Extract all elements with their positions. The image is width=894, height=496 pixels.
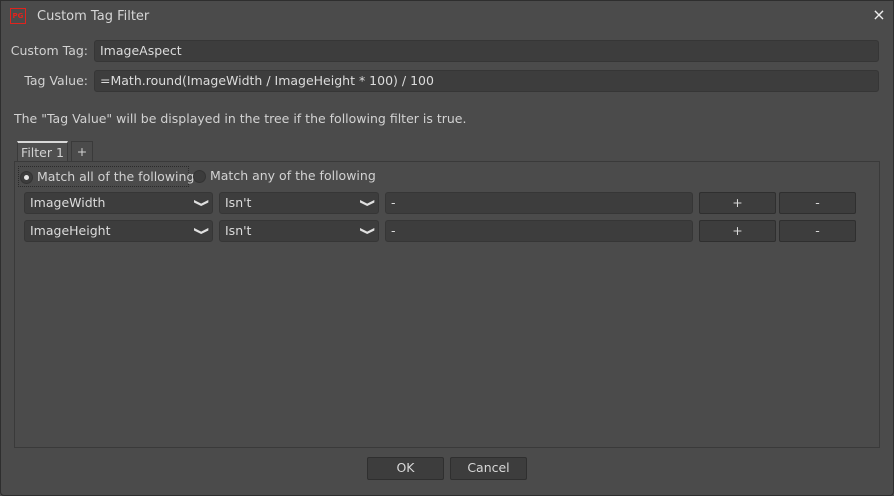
radio-checked-icon xyxy=(20,171,33,184)
remove-row-button[interactable]: - xyxy=(779,192,856,214)
custom-tag-label: Custom Tag: xyxy=(10,43,88,58)
tag-value-input[interactable]: =Math.round(ImageWidth / ImageHeight * 1… xyxy=(94,70,879,92)
operator-select[interactable]: Isn't ❯ xyxy=(219,192,379,214)
operator-select-value: Isn't xyxy=(225,223,252,238)
field-select[interactable]: ImageWidth ❯ xyxy=(24,192,213,214)
field-select-value: ImageWidth xyxy=(30,195,106,210)
tab-filter-1[interactable]: Filter 1 xyxy=(17,141,68,162)
add-row-button[interactable]: + xyxy=(699,220,776,242)
value-input[interactable]: - xyxy=(385,192,693,214)
custom-tag-input[interactable]: ImageAspect xyxy=(94,40,879,62)
field-select-value: ImageHeight xyxy=(30,223,111,238)
tag-value-label: Tag Value: xyxy=(24,73,88,88)
match-any-radio[interactable]: Match any of the following xyxy=(193,166,376,187)
chevron-down-icon: ❯ xyxy=(359,226,377,236)
ok-button[interactable]: OK xyxy=(367,457,444,480)
value-input[interactable]: - xyxy=(385,220,693,242)
match-all-label: Match all of the following xyxy=(36,169,195,184)
match-all-radio[interactable]: Match all of the following xyxy=(18,166,194,187)
operator-select[interactable]: Isn't ❯ xyxy=(219,220,379,242)
radio-unchecked-icon xyxy=(193,170,206,183)
chevron-down-icon: ❯ xyxy=(193,226,211,236)
add-tab-button[interactable]: + xyxy=(71,141,93,162)
match-any-label: Match any of the following xyxy=(209,168,376,183)
close-icon[interactable]: × xyxy=(870,6,888,24)
cancel-button[interactable]: Cancel xyxy=(450,457,527,480)
app-logo-icon: PG xyxy=(10,8,26,24)
chevron-down-icon: ❯ xyxy=(193,198,211,208)
info-text: The "Tag Value" will be displayed in the… xyxy=(14,111,467,126)
window-title: Custom Tag Filter xyxy=(37,9,150,24)
add-row-button[interactable]: + xyxy=(699,192,776,214)
operator-select-value: Isn't xyxy=(225,195,252,210)
remove-row-button[interactable]: - xyxy=(779,220,856,242)
chevron-down-icon: ❯ xyxy=(359,198,377,208)
field-select[interactable]: ImageHeight ❯ xyxy=(24,220,213,242)
